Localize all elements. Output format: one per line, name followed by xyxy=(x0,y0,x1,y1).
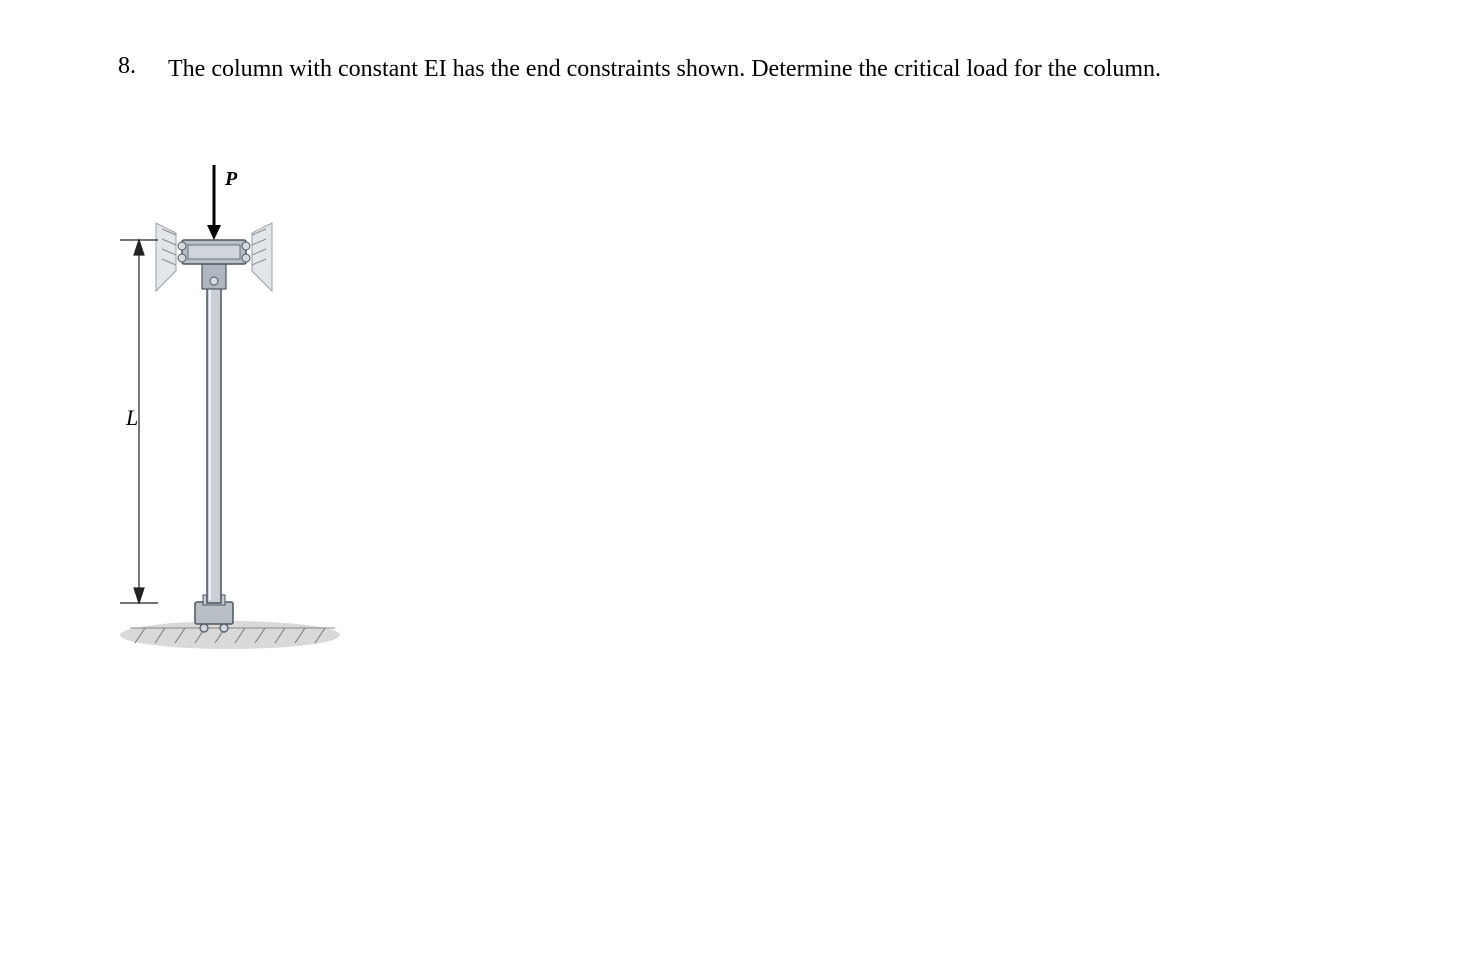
load-arrow-icon xyxy=(207,165,221,240)
roller-circle-icon xyxy=(200,624,208,632)
roller-circle-icon xyxy=(220,624,228,632)
column-figure: P L xyxy=(110,145,370,675)
problem-number: 8. xyxy=(118,53,168,80)
problem-statement: 8. The column with constant EI has the e… xyxy=(118,53,1268,85)
problem-text: The column with constant EI has the end … xyxy=(168,53,1161,85)
load-label: P xyxy=(224,168,238,190)
ground-shadow-icon xyxy=(120,621,340,649)
length-label: L xyxy=(125,405,138,430)
